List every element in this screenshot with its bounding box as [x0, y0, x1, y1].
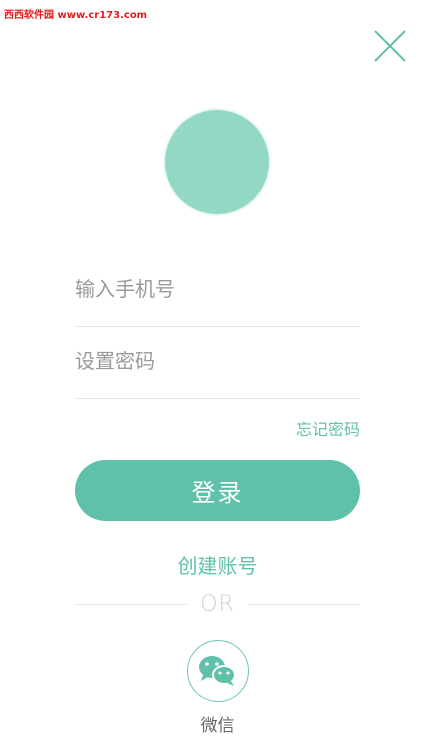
wechat-login-button[interactable]	[187, 640, 249, 702]
phone-field	[75, 252, 360, 327]
forgot-password-link[interactable]: 忘记密码	[296, 416, 360, 440]
divider-line-right	[248, 604, 360, 605]
close-icon	[374, 30, 406, 62]
phone-input[interactable]	[75, 277, 360, 301]
close-button[interactable]	[372, 28, 408, 64]
password-field	[75, 324, 360, 399]
site-watermark: 西西软件园 www.cr173.com	[4, 10, 148, 21]
or-divider-text: OR	[200, 592, 235, 617]
create-account-link[interactable]: 创建账号	[0, 550, 435, 579]
password-input[interactable]	[75, 349, 360, 373]
wechat-icon	[199, 656, 236, 686]
login-button[interactable]: 登录	[75, 460, 360, 521]
avatar[interactable]	[165, 110, 269, 214]
